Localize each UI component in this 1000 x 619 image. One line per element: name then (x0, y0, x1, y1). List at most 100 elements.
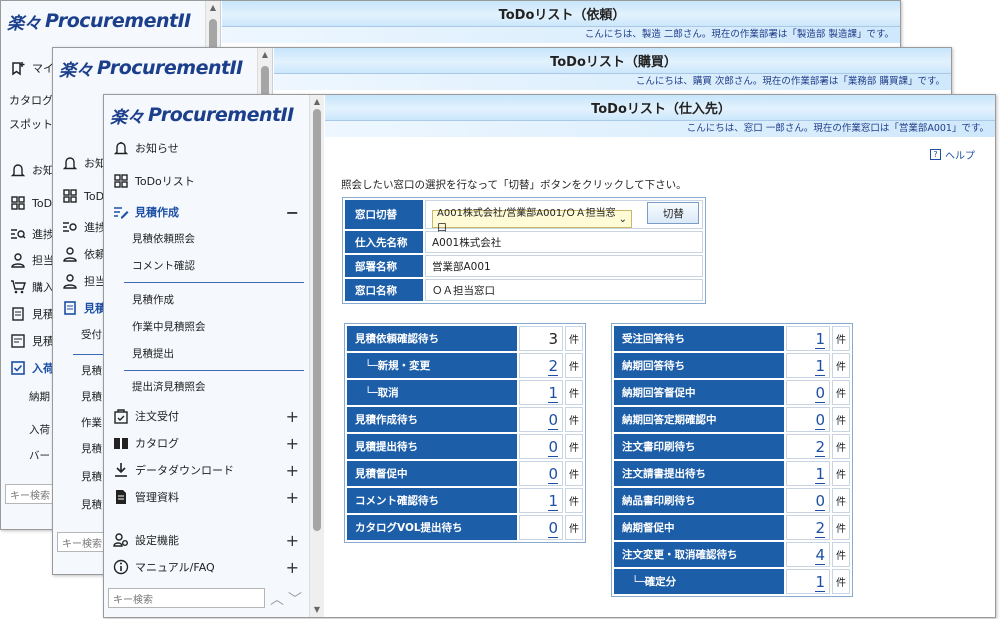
count-value[interactable]: 1 (786, 569, 830, 594)
count-value[interactable]: 1 (786, 326, 830, 351)
sidebar-item-order-receive[interactable]: 注文受付 + (104, 403, 309, 429)
count-unit: 件 (832, 434, 850, 459)
count-row: 注文変更・取消確認待ち 4 件 (614, 542, 850, 567)
sidebar-item-estimate[interactable]: 見積作成 − (104, 199, 309, 225)
count-value[interactable]: 1 (786, 353, 830, 378)
app-logo: 楽々 ProcurementII (7, 10, 191, 34)
sidebar-subitem-deadline[interactable]: 納期 (29, 384, 50, 408)
count-value[interactable]: 0 (786, 380, 830, 405)
expand-icon[interactable]: + (286, 461, 299, 480)
greeting-text: こんにちは、窓口 一郎さん。現在の作業窓口は「営業部A001」です。 (325, 121, 995, 137)
person-icon (61, 272, 79, 290)
sidebar-item-settings[interactable]: 設定機能 + (104, 527, 309, 553)
expand-icon[interactable]: + (286, 434, 299, 453)
sidebar-subitem-comment[interactable]: コメント確認 (132, 253, 195, 277)
divider (124, 282, 304, 283)
count-unit: 件 (832, 326, 850, 351)
collapse-icon[interactable]: − (286, 203, 299, 222)
scrollbar[interactable]: ▲ ▼ (309, 95, 324, 617)
count-value[interactable]: 2 (519, 353, 563, 378)
count-label: 納期回答定期確認中 (614, 407, 784, 432)
expand-icon[interactable]: + (286, 488, 299, 507)
count-value[interactable]: 0 (519, 515, 563, 540)
person-icon (9, 251, 27, 269)
sidebar-subitem-estimate-create[interactable]: 見積作成 (132, 287, 174, 311)
window-name-label: 窓口名称 (345, 279, 423, 301)
count-unit: 件 (832, 461, 850, 486)
count-value[interactable]: 2 (786, 515, 830, 540)
dept-value: 営業部A001 (425, 255, 703, 277)
count-value[interactable]: 0 (519, 407, 563, 432)
count-unit: 件 (565, 380, 583, 405)
window-name-value: ＯＡ担当窓口 (425, 279, 703, 301)
sidebar-subitem-barcode[interactable]: バー (29, 443, 50, 467)
sidebar-subitem-estimate-request[interactable]: 見積依頼照会 (132, 226, 195, 250)
count-unit: 件 (832, 380, 850, 405)
sidebar-subitem-estimate2[interactable]: 見積 (81, 384, 102, 408)
bell-icon (112, 139, 130, 157)
sidebar-subitem-work[interactable]: 作業 (81, 410, 102, 434)
count-value[interactable]: 2 (786, 434, 830, 459)
count-value[interactable]: 0 (519, 461, 563, 486)
count-unit: 件 (565, 326, 583, 351)
count-label: 納期督促中 (614, 515, 784, 540)
search-input[interactable]: キー検索 (108, 588, 265, 608)
sidebar-subitem-estimate1[interactable]: 見積 (81, 358, 102, 382)
count-unit: 件 (565, 515, 583, 540)
count-label: 納品書印刷待ち (614, 488, 784, 513)
window-switch-select[interactable]: A001株式会社/営業部A001/ＯＡ担当窓口 ⌄ (432, 208, 632, 234)
edit-list-icon (112, 203, 130, 221)
expand-icon[interactable]: + (286, 531, 299, 550)
sidebar-subitem-estimate5[interactable]: 見積 (81, 492, 102, 516)
sidebar-subitem-estimate3[interactable]: 見積 (81, 436, 102, 460)
count-value[interactable]: 0 (519, 434, 563, 459)
book-icon (112, 434, 130, 452)
chevron-up-icon[interactable]: ︿ (270, 589, 284, 609)
sidebar-item-notice[interactable]: お知らせ (104, 135, 309, 161)
count-row: └─確定分 1 件 (614, 569, 850, 594)
sidebar-item-catalog[interactable]: カタログ + (104, 430, 309, 456)
count-row: 注文書印刷待ち 2 件 (614, 434, 850, 459)
checklist-icon (9, 332, 27, 350)
document-icon (9, 305, 27, 323)
person-gear-icon (112, 531, 130, 549)
count-label: 納期回答督促中 (614, 380, 784, 405)
count-label: └─確定分 (614, 569, 784, 594)
sidebar-subitem-submitted[interactable]: 提出済見積照会 (132, 374, 206, 398)
sidebar-subitem-in-progress[interactable]: 作業中見積照会 (132, 314, 206, 338)
expand-icon[interactable]: + (286, 407, 299, 426)
help-icon: ? (930, 149, 941, 160)
count-value[interactable]: 1 (519, 380, 563, 405)
count-value[interactable]: 0 (786, 488, 830, 513)
sidebar-item-admin-docs[interactable]: 管理資料 + (104, 484, 309, 510)
check-box-icon (9, 359, 27, 377)
expand-icon[interactable]: + (286, 558, 299, 577)
sidebar-subitem-receive[interactable]: 入荷 (29, 417, 50, 441)
sidebar-subitem-receive[interactable]: 受付 (81, 322, 102, 346)
window-switch-label: 窓口切替 (345, 200, 423, 229)
document-icon (61, 299, 79, 317)
count-row: 見積督促中 0 件 (347, 461, 583, 486)
sidebar-item-todo[interactable]: ToDoリスト (104, 168, 309, 194)
count-value[interactable]: 4 (786, 542, 830, 567)
info-icon (112, 558, 130, 576)
sidebar-subitem-submit[interactable]: 見積提出 (132, 341, 174, 365)
count-unit: 件 (565, 407, 583, 432)
page-title: ToDoリスト（仕入先） (325, 95, 995, 121)
sidebar-item-download[interactable]: データダウンロード + (104, 457, 309, 483)
chevron-down-icon[interactable]: ﹀ (288, 589, 302, 609)
switch-button[interactable]: 切替 (647, 202, 700, 224)
page-title: ToDoリスト（依頼） (222, 1, 900, 27)
supplier-value: A001株式会社 (425, 231, 703, 253)
count-row: └─取消 1 件 (347, 380, 583, 405)
sidebar-item-manual[interactable]: マニュアル/FAQ + (104, 554, 309, 580)
help-link[interactable]: ? ヘルプ (930, 147, 975, 162)
count-value[interactable]: 0 (786, 407, 830, 432)
sidebar-subitem-estimate4[interactable]: 見積 (81, 464, 102, 488)
dept-label: 部署名称 (345, 255, 423, 277)
count-unit: 件 (832, 488, 850, 513)
count-value[interactable]: 1 (786, 461, 830, 486)
count-label: 見積作成待ち (347, 407, 517, 432)
count-value[interactable]: 1 (519, 488, 563, 513)
count-label: └─取消 (347, 380, 517, 405)
